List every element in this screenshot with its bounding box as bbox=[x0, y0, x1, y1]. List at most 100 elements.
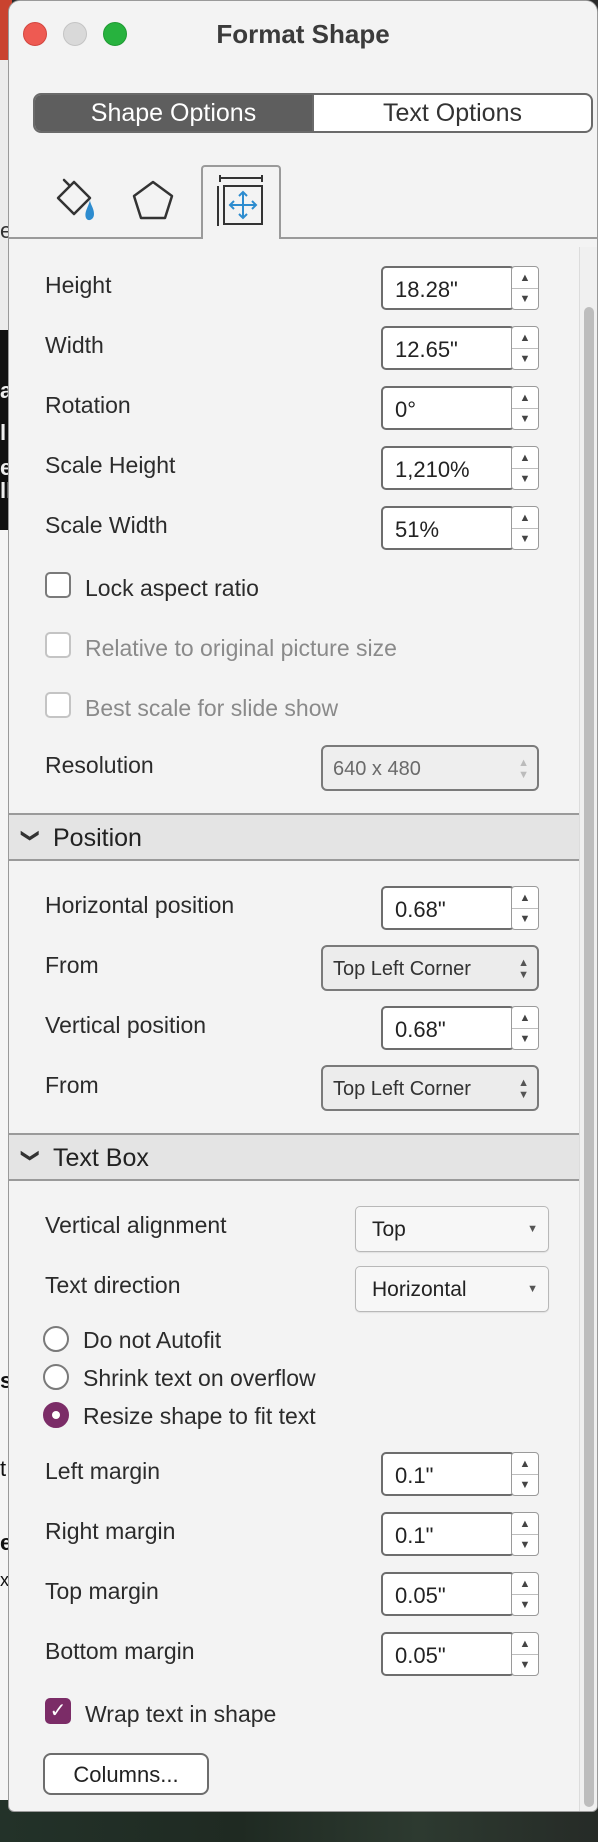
increment-arrow-icon[interactable]: ▲ bbox=[512, 267, 538, 289]
scale-height-field[interactable]: 1,210% bbox=[381, 446, 515, 490]
decrement-arrow-icon[interactable]: ▼ bbox=[512, 908, 538, 929]
vertical-from-select[interactable]: Top Left Corner ▲ ▼ bbox=[321, 1065, 539, 1111]
decrement-arrow-icon[interactable]: ▼ bbox=[512, 1474, 538, 1495]
resize-shape-radio[interactable] bbox=[43, 1402, 69, 1428]
resolution-value: 640 x 480 bbox=[333, 758, 421, 780]
decrement-arrow-icon[interactable]: ▼ bbox=[512, 1594, 538, 1615]
bottom-margin-stepper[interactable]: 0.05" ▲ ▼ bbox=[381, 1632, 539, 1676]
bottom-margin-label: Bottom margin bbox=[45, 1638, 195, 1664]
wrap-text-label[interactable]: Wrap text in shape bbox=[85, 1701, 276, 1728]
tab-size-properties[interactable] bbox=[213, 171, 269, 231]
decrement-arrow-icon[interactable]: ▼ bbox=[512, 1534, 538, 1555]
right-margin-field[interactable]: 0.1" bbox=[381, 1512, 515, 1556]
dropdown-caret-icon: ▼ bbox=[527, 1283, 538, 1295]
decrement-arrow-icon[interactable]: ▼ bbox=[512, 1028, 538, 1049]
textbox-section-header[interactable]: ❯ Text Box bbox=[9, 1133, 579, 1181]
scale-width-stepper[interactable]: 51% ▲ ▼ bbox=[381, 506, 539, 550]
do-not-autofit-radio[interactable] bbox=[43, 1326, 69, 1352]
width-field[interactable]: 12.65" bbox=[381, 326, 515, 370]
increment-arrow-icon[interactable]: ▲ bbox=[512, 1007, 538, 1029]
increment-arrow-icon[interactable]: ▲ bbox=[512, 1633, 538, 1655]
columns-button[interactable]: Columns... bbox=[43, 1753, 209, 1795]
tab-fill-line[interactable] bbox=[47, 171, 103, 231]
horizontal-position-stepper-arrows[interactable]: ▲ ▼ bbox=[511, 886, 539, 930]
vertical-alignment-select[interactable]: Top ▼ bbox=[355, 1206, 549, 1252]
right-margin-stepper[interactable]: 0.1" ▲ ▼ bbox=[381, 1512, 539, 1556]
increment-arrow-icon[interactable]: ▲ bbox=[512, 447, 538, 469]
width-stepper[interactable]: 12.65" ▲ ▼ bbox=[381, 326, 539, 370]
increment-arrow-icon[interactable]: ▲ bbox=[512, 1573, 538, 1595]
scrollbar-track[interactable] bbox=[579, 247, 597, 1811]
decrement-arrow-icon[interactable]: ▼ bbox=[512, 468, 538, 489]
height-field[interactable]: 18.28" bbox=[381, 266, 515, 310]
updown-arrows-icon: ▲ ▼ bbox=[518, 957, 529, 981]
scale-height-stepper-arrows[interactable]: ▲ ▼ bbox=[511, 446, 539, 490]
rotation-field[interactable]: 0° bbox=[381, 386, 515, 430]
relative-size-label: Relative to original picture size bbox=[85, 635, 397, 661]
height-stepper-arrows[interactable]: ▲ ▼ bbox=[511, 266, 539, 310]
chevron-down-icon: ❯ bbox=[21, 827, 42, 844]
lock-aspect-label[interactable]: Lock aspect ratio bbox=[85, 575, 259, 602]
chevron-down-icon: ❯ bbox=[21, 1147, 42, 1164]
decrement-arrow-icon[interactable]: ▼ bbox=[512, 1654, 538, 1675]
scale-width-label: Scale Width bbox=[45, 512, 168, 538]
rotation-stepper-arrows[interactable]: ▲ ▼ bbox=[511, 386, 539, 430]
size-position-icon bbox=[217, 175, 263, 226]
bottom-margin-stepper-arrows[interactable]: ▲ ▼ bbox=[511, 1632, 539, 1676]
scale-width-stepper-arrows[interactable]: ▲ ▼ bbox=[511, 506, 539, 550]
wrap-text-checkbox[interactable]: ✓ bbox=[45, 1698, 71, 1724]
decrement-arrow-icon[interactable]: ▼ bbox=[512, 408, 538, 429]
lock-aspect-checkbox[interactable] bbox=[45, 572, 71, 598]
decrement-arrow-icon[interactable]: ▼ bbox=[512, 288, 538, 309]
horizontal-position-stepper[interactable]: 0.68" ▲ ▼ bbox=[381, 886, 539, 930]
text-direction-value: Horizontal bbox=[372, 1278, 467, 1301]
position-section-header[interactable]: ❯ Position bbox=[9, 813, 579, 861]
width-stepper-arrows[interactable]: ▲ ▼ bbox=[511, 326, 539, 370]
scale-height-stepper[interactable]: 1,210% ▲ ▼ bbox=[381, 446, 539, 490]
text-direction-select[interactable]: Horizontal ▼ bbox=[355, 1266, 549, 1312]
vertical-position-stepper-arrows[interactable]: ▲ ▼ bbox=[511, 1006, 539, 1050]
background-fragment: l bbox=[0, 420, 7, 445]
shrink-text-label[interactable]: Shrink text on overflow bbox=[83, 1365, 316, 1392]
vertical-position-stepper[interactable]: 0.68" ▲ ▼ bbox=[381, 1006, 539, 1050]
background-fragment: t bbox=[0, 1456, 7, 1481]
tab-effects[interactable] bbox=[125, 171, 181, 231]
top-margin-field[interactable]: 0.05" bbox=[381, 1572, 515, 1616]
best-scale-label: Best scale for slide show bbox=[85, 695, 339, 721]
resize-shape-label[interactable]: Resize shape to fit text bbox=[83, 1403, 316, 1430]
increment-arrow-icon[interactable]: ▲ bbox=[512, 327, 538, 349]
top-margin-stepper[interactable]: 0.05" ▲ ▼ bbox=[381, 1572, 539, 1616]
decrement-arrow-icon[interactable]: ▼ bbox=[512, 528, 538, 549]
scrollbar-thumb[interactable] bbox=[584, 307, 594, 1807]
bottom-margin-field[interactable]: 0.05" bbox=[381, 1632, 515, 1676]
increment-arrow-icon[interactable]: ▲ bbox=[512, 1513, 538, 1535]
shape-options-tab[interactable]: Shape Options bbox=[35, 95, 312, 131]
top-margin-stepper-arrows[interactable]: ▲ ▼ bbox=[511, 1572, 539, 1616]
format-shape-panel: Format Shape Shape Options Text Options bbox=[8, 0, 598, 1812]
updown-arrows-icon: ▲ ▼ bbox=[518, 757, 529, 781]
increment-arrow-icon[interactable]: ▲ bbox=[512, 387, 538, 409]
text-options-tab[interactable]: Text Options bbox=[312, 95, 591, 131]
updown-arrows-icon: ▲ ▼ bbox=[518, 1077, 529, 1101]
scale-width-field[interactable]: 51% bbox=[381, 506, 515, 550]
vertical-from-label: From bbox=[45, 1072, 99, 1098]
left-margin-field[interactable]: 0.1" bbox=[381, 1452, 515, 1496]
increment-arrow-icon[interactable]: ▲ bbox=[512, 507, 538, 529]
vertical-position-field[interactable]: 0.68" bbox=[381, 1006, 515, 1050]
right-margin-stepper-arrows[interactable]: ▲ ▼ bbox=[511, 1512, 539, 1556]
decrement-arrow-icon[interactable]: ▼ bbox=[512, 348, 538, 369]
horizontal-from-select[interactable]: Top Left Corner ▲ ▼ bbox=[321, 945, 539, 991]
rotation-stepper[interactable]: 0° ▲ ▼ bbox=[381, 386, 539, 430]
left-margin-stepper[interactable]: 0.1" ▲ ▼ bbox=[381, 1452, 539, 1496]
increment-arrow-icon[interactable]: ▲ bbox=[512, 1453, 538, 1475]
horizontal-position-field[interactable]: 0.68" bbox=[381, 886, 515, 930]
top-margin-label: Top margin bbox=[45, 1578, 159, 1604]
increment-arrow-icon[interactable]: ▲ bbox=[512, 887, 538, 909]
do-not-autofit-label[interactable]: Do not Autofit bbox=[83, 1327, 221, 1354]
resolution-select: 640 x 480 ▲ ▼ bbox=[321, 745, 539, 791]
height-stepper[interactable]: 18.28" ▲ ▼ bbox=[381, 266, 539, 310]
text-direction-label: Text direction bbox=[45, 1272, 181, 1298]
position-section-title: Position bbox=[53, 824, 142, 852]
left-margin-stepper-arrows[interactable]: ▲ ▼ bbox=[511, 1452, 539, 1496]
shrink-text-radio[interactable] bbox=[43, 1364, 69, 1390]
